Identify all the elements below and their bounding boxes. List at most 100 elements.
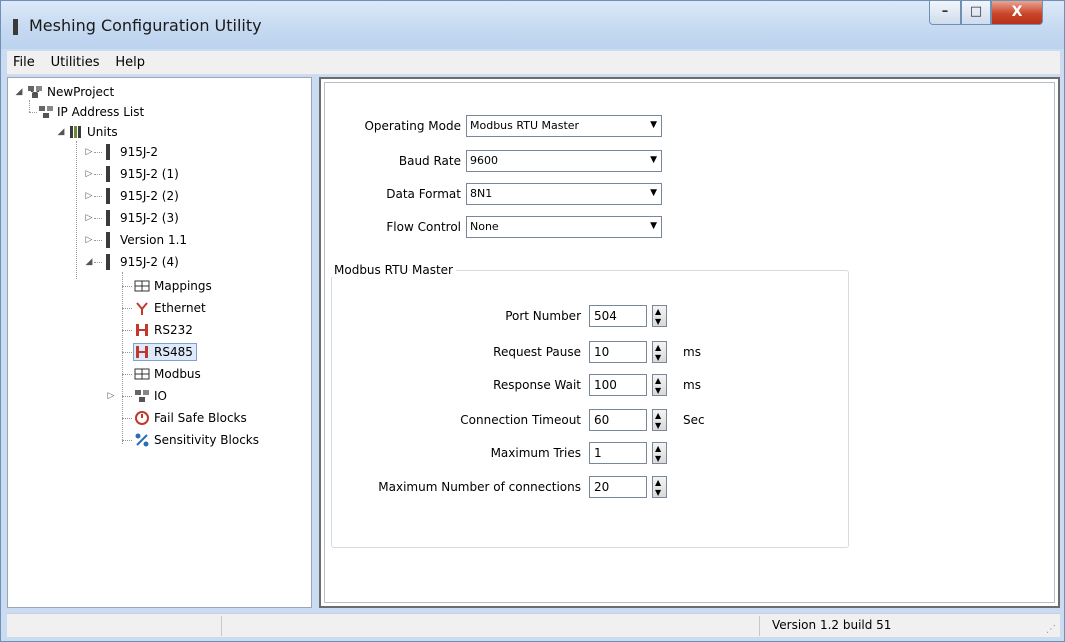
percent-icon <box>135 433 149 447</box>
maximum-tries-input[interactable]: 1 <box>589 442 647 464</box>
spin-down-icon[interactable]: ▼ <box>655 317 661 326</box>
status-divider <box>759 616 760 636</box>
menu-file[interactable]: File <box>7 51 41 75</box>
port-number-spinner[interactable]: ▲ ▼ <box>652 305 667 327</box>
request-pause-input[interactable]: 10 <box>589 341 647 363</box>
spin-up-icon[interactable]: ▲ <box>655 478 661 487</box>
close-button[interactable]: X <box>991 1 1043 25</box>
tree-item-unit[interactable]: ▷ 915J-2 (1) <box>84 164 284 184</box>
collapse-arrow-icon[interactable]: ◢ <box>14 82 24 102</box>
expand-arrow-icon[interactable]: ▷ <box>106 386 116 406</box>
version-text: Version 1.2 build 51 <box>772 618 892 632</box>
dropdown-arrow-icon: ▼ <box>650 188 657 198</box>
spin-up-icon[interactable]: ▲ <box>655 444 661 453</box>
maximum-tries-spinner[interactable]: ▲ ▼ <box>652 442 667 464</box>
status-bar: Version 1.2 build 51 ⋰ <box>7 613 1060 637</box>
max-connections-value: 20 <box>594 480 610 494</box>
tree-label-sensitivity: Sensitivity Blocks <box>154 433 259 447</box>
max-connections-input[interactable]: 20 <box>589 476 647 498</box>
response-wait-spinner[interactable]: ▲ ▼ <box>652 374 667 396</box>
tree-item-project[interactable]: ◢ NewProject <box>14 82 214 102</box>
serial-port-icon <box>136 346 148 358</box>
data-format-select[interactable]: 8N1 ▼ <box>466 183 662 205</box>
status-divider <box>221 616 222 636</box>
maximize-button[interactable]: □ <box>961 1 991 25</box>
window-title: Meshing Configuration Utility <box>29 16 262 35</box>
modbus-icon <box>134 368 150 380</box>
resize-grip-icon[interactable]: ⋰ <box>1046 624 1056 635</box>
tree-item-unit[interactable]: ▷ 915J-2 (3) <box>84 208 284 228</box>
spin-up-icon[interactable]: ▲ <box>655 343 661 352</box>
minimize-button[interactable]: – <box>929 1 961 25</box>
flow-control-select[interactable]: None ▼ <box>466 216 662 238</box>
spin-up-icon[interactable]: ▲ <box>655 307 661 316</box>
collapse-arrow-icon[interactable]: ◢ <box>84 252 94 272</box>
connection-timeout-input[interactable]: 60 <box>589 409 647 431</box>
dropdown-arrow-icon: ▼ <box>650 221 657 231</box>
tree-line <box>122 396 132 397</box>
tree-item-rs485[interactable]: RS485 <box>122 342 312 362</box>
tree-item-sensitivity[interactable]: Sensitivity Blocks <box>122 430 312 450</box>
tree-item-modbus[interactable]: Modbus <box>122 364 312 384</box>
network-icon <box>28 86 42 98</box>
tree-line <box>122 286 132 287</box>
expand-arrow-icon[interactable]: ▷ <box>84 142 94 162</box>
spin-down-icon[interactable]: ▼ <box>655 454 661 463</box>
flow-control-label: Flow Control <box>386 220 461 234</box>
device-icon <box>106 188 110 204</box>
expand-arrow-icon[interactable]: ▷ <box>84 208 94 228</box>
tree-item-unit[interactable]: ▷ Version 1.1 <box>84 230 284 250</box>
connection-timeout-spinner[interactable]: ▲ ▼ <box>652 409 667 431</box>
tree-label-unit: Version 1.1 <box>120 233 188 247</box>
tree-label-units: Units <box>87 125 118 139</box>
ethernet-icon <box>136 302 148 315</box>
tree-item-mappings[interactable]: Mappings <box>122 276 312 296</box>
tree-line <box>94 196 102 197</box>
spin-down-icon[interactable]: ▼ <box>655 421 661 430</box>
tree-item-unit[interactable]: ▷ 915J-2 <box>84 142 284 162</box>
expand-arrow-icon[interactable]: ▷ <box>84 230 94 250</box>
spin-down-icon[interactable]: ▼ <box>655 353 661 362</box>
tree-item-ethernet[interactable]: Ethernet <box>122 298 312 318</box>
units-icon <box>70 126 81 138</box>
app-icon <box>13 19 18 35</box>
tree-item-units[interactable]: ◢ Units <box>56 122 256 142</box>
expand-arrow-icon[interactable]: ▷ <box>84 186 94 206</box>
tree-label-unit: 915J-2 (1) <box>120 167 179 181</box>
request-pause-spinner[interactable]: ▲ ▼ <box>652 341 667 363</box>
spin-up-icon[interactable]: ▲ <box>655 376 661 385</box>
response-wait-input[interactable]: 100 <box>589 374 647 396</box>
operating-mode-select[interactable]: Modbus RTU Master ▼ <box>466 115 662 137</box>
max-connections-spinner[interactable]: ▲ ▼ <box>652 476 667 498</box>
tree-item-io[interactable]: ▷ IO <box>106 386 312 406</box>
tree-line <box>122 440 132 441</box>
spin-up-icon[interactable]: ▲ <box>655 411 661 420</box>
tree-label-unit: 915J-2 <box>120 145 158 159</box>
tree-item-fail-safe[interactable]: Fail Safe Blocks <box>122 408 312 428</box>
serial-port-icon <box>136 324 148 336</box>
tree-item-unit[interactable]: ◢ 915J-2 (4) <box>84 252 284 272</box>
data-format-label: Data Format <box>386 187 461 201</box>
tree-line <box>94 262 102 263</box>
tree-item-unit[interactable]: ▷ 915J-2 (2) <box>84 186 284 206</box>
expand-arrow-icon[interactable]: ▷ <box>84 164 94 184</box>
device-icon <box>106 254 110 270</box>
baud-rate-select[interactable]: 9600 ▼ <box>466 150 662 172</box>
collapse-arrow-icon[interactable]: ◢ <box>56 122 66 142</box>
tree-label-ip-list: IP Address List <box>57 105 145 119</box>
title-bar[interactable]: Meshing Configuration Utility – □ X <box>1 1 1064 49</box>
menu-help[interactable]: Help <box>109 51 151 75</box>
data-format-value: 8N1 <box>470 187 493 200</box>
tree-label-mappings: Mappings <box>154 279 212 293</box>
port-number-input[interactable]: 504 <box>589 305 647 327</box>
spin-down-icon[interactable]: ▼ <box>655 386 661 395</box>
spin-down-icon[interactable]: ▼ <box>655 488 661 497</box>
group-title: Modbus RTU Master <box>331 263 456 277</box>
tree-item-rs232[interactable]: RS232 <box>122 320 312 340</box>
network-icon <box>135 390 149 402</box>
tree-label-io: IO <box>154 389 167 403</box>
menu-utilities[interactable]: Utilities <box>45 51 106 75</box>
tree-line <box>94 218 102 219</box>
tree-item-ip-list[interactable]: IP Address List <box>38 102 238 122</box>
project-tree[interactable]: ◢ NewProject IP Address List ◢ Units ▷ 9… <box>7 77 312 608</box>
